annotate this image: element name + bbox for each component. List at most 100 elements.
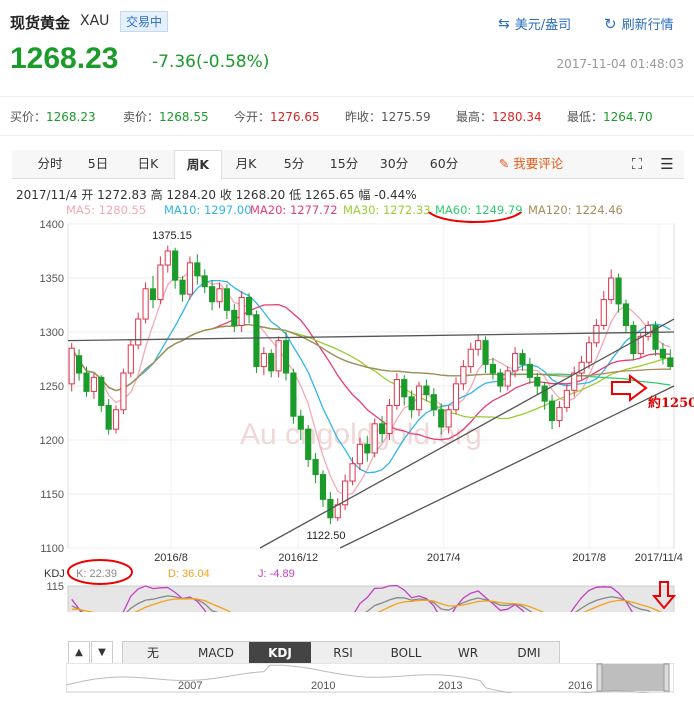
candle-body bbox=[319, 474, 327, 500]
price-chart: 1400 1350 1300 1250 1200 1150 1100 2016/8 2016/1… bbox=[40, 212, 694, 612]
currency-link-label: 美元/盎司 bbox=[514, 18, 572, 33]
candle-body bbox=[386, 404, 393, 435]
candle-body bbox=[438, 409, 445, 428]
menu-icon[interactable]: ☰ bbox=[654, 150, 680, 178]
quote-prev-close: 昨收：1275.59 bbox=[345, 110, 431, 124]
exchange-icon: ⇆ bbox=[498, 15, 510, 32]
candlestick-plot: 1400 1350 1300 1250 1200 1150 1100 2016/8 2016/1… bbox=[40, 219, 683, 564]
candle-body bbox=[83, 372, 90, 392]
comment-button-label: 我要评论 bbox=[513, 156, 564, 171]
candle-body bbox=[585, 342, 593, 363]
tab-30min[interactable]: 30分 bbox=[374, 150, 414, 178]
candle-body bbox=[98, 376, 105, 406]
range-navigator[interactable]: 2007 2010 2013 2016 bbox=[66, 663, 674, 693]
tab-weekly-k[interactable]: 周K bbox=[174, 150, 222, 180]
y-tick-label: 1250 bbox=[40, 381, 64, 393]
candle-body bbox=[408, 396, 415, 411]
refresh-link[interactable]: ↻ 刷新行情 bbox=[604, 14, 674, 34]
tab-daily-k[interactable]: 日K bbox=[128, 150, 168, 178]
current-price: 1268.23 bbox=[10, 42, 119, 75]
candle-body bbox=[415, 385, 423, 411]
refresh-icon: ↻ bbox=[604, 14, 617, 33]
candle-body bbox=[667, 357, 674, 368]
candle-body bbox=[445, 409, 452, 428]
quote-high: 最高：1280.34 bbox=[456, 110, 542, 124]
target-annotation: 約1250 bbox=[648, 395, 694, 411]
candle-body bbox=[179, 279, 186, 295]
comment-button[interactable]: ✎ 我要评论 bbox=[486, 150, 576, 178]
peak-label: 1375.15 bbox=[152, 230, 192, 242]
nav-year-2007: 2007 bbox=[178, 680, 202, 692]
instrument-title: 现货黄金 bbox=[10, 14, 71, 32]
kdj-plot: KDJK: 22.39D: 36.04J: -4.89115-5 bbox=[44, 568, 675, 612]
tab-60min[interactable]: 60分 bbox=[424, 150, 464, 178]
candle-body bbox=[312, 458, 319, 476]
quote-low: 最低：1264.70 bbox=[567, 110, 653, 124]
candle-body bbox=[238, 296, 245, 327]
kdj-tick-top: 115 bbox=[46, 581, 64, 593]
candle-body bbox=[90, 376, 97, 392]
candle-body bbox=[563, 389, 570, 409]
scroll-left-button[interactable]: ▲ bbox=[68, 641, 90, 665]
candle-body bbox=[349, 463, 356, 482]
kdj-title: KDJ bbox=[44, 568, 65, 580]
y-tick-label: 1350 bbox=[40, 273, 64, 285]
navigator-selection[interactable] bbox=[601, 664, 664, 691]
candle-body bbox=[489, 363, 497, 374]
quote-timestamp: 2017-11-04 01:48:03 bbox=[556, 57, 684, 71]
quote-ask: 卖价：1268.55 bbox=[123, 110, 209, 124]
candle-body bbox=[231, 309, 238, 327]
candle-body bbox=[378, 423, 386, 435]
indicator-tab-dmi[interactable]: DMI bbox=[499, 642, 559, 664]
candle-body bbox=[460, 366, 467, 385]
y-tick-label: 1150 bbox=[40, 489, 64, 501]
candle-body bbox=[356, 443, 364, 465]
candle-body bbox=[659, 348, 667, 359]
candle-body bbox=[467, 348, 474, 368]
navigator-left-handle[interactable] bbox=[596, 663, 603, 692]
edit-icon: ✎ bbox=[498, 156, 510, 171]
tab-15min[interactable]: 15分 bbox=[324, 150, 364, 178]
indicator-tabs: 无 MACD KDJ RSI BOLL WR DMI bbox=[122, 641, 560, 665]
candle-body bbox=[216, 288, 223, 303]
nav-year-2010: 2010 bbox=[311, 680, 335, 692]
trough-label: 1122.50 bbox=[307, 530, 346, 542]
indicator-tab-kdj[interactable]: KDJ bbox=[249, 642, 311, 664]
indicator-tab-macd[interactable]: MACD bbox=[185, 642, 247, 664]
candle-body bbox=[512, 353, 519, 372]
candle-body bbox=[245, 296, 253, 316]
candle-body bbox=[201, 275, 208, 288]
candle-body bbox=[157, 264, 164, 301]
quote-bid: 买价：1268.23 bbox=[10, 110, 96, 124]
tab-intraday[interactable]: 分时 bbox=[30, 150, 70, 178]
indicator-tab-rsi[interactable]: RSI bbox=[313, 642, 373, 664]
candle-body bbox=[519, 353, 526, 365]
candle-body bbox=[142, 288, 149, 320]
tab-5day[interactable]: 5日 bbox=[78, 150, 118, 178]
candle-body bbox=[371, 423, 378, 454]
candle-body bbox=[305, 428, 312, 460]
indicator-tab-boll[interactable]: BOLL bbox=[375, 642, 437, 664]
navigator-right-handle[interactable] bbox=[663, 663, 670, 692]
fullscreen-icon[interactable]: ⛶ bbox=[624, 150, 650, 178]
y-tick-label: 1400 bbox=[40, 219, 64, 231]
x-tick-label: 2017/4 bbox=[427, 552, 461, 564]
candle-body bbox=[622, 303, 630, 327]
candle-body bbox=[600, 299, 607, 327]
instrument-code: XAU bbox=[80, 13, 110, 29]
candle-body bbox=[260, 353, 267, 368]
period-tabs: 分时 5日 日K 周K 月K 5分 15分 30分 60分 ✎ 我要评论 ⛶ ☰ bbox=[12, 150, 684, 180]
candle-body bbox=[475, 340, 482, 350]
x-tick-label: 2016/12 bbox=[278, 552, 318, 564]
scroll-right-button[interactable]: ▼ bbox=[91, 641, 113, 665]
candle-info-line: 2017/11/4 开 1272.83 高 1284.20 收 1268.20 … bbox=[16, 188, 417, 202]
indicator-tab-none[interactable]: 无 bbox=[123, 642, 183, 664]
currency-link[interactable]: ⇆ 美元/盎司 bbox=[498, 14, 572, 34]
indicator-tab-wr[interactable]: WR bbox=[439, 642, 497, 664]
candle-body bbox=[541, 385, 548, 402]
kdj-j-label: J: -4.89 bbox=[258, 568, 295, 580]
tab-5min[interactable]: 5分 bbox=[274, 150, 314, 178]
tab-monthly-k[interactable]: 月K bbox=[226, 150, 266, 178]
y-tick-label: 1200 bbox=[40, 435, 64, 447]
candle-body bbox=[497, 372, 504, 387]
